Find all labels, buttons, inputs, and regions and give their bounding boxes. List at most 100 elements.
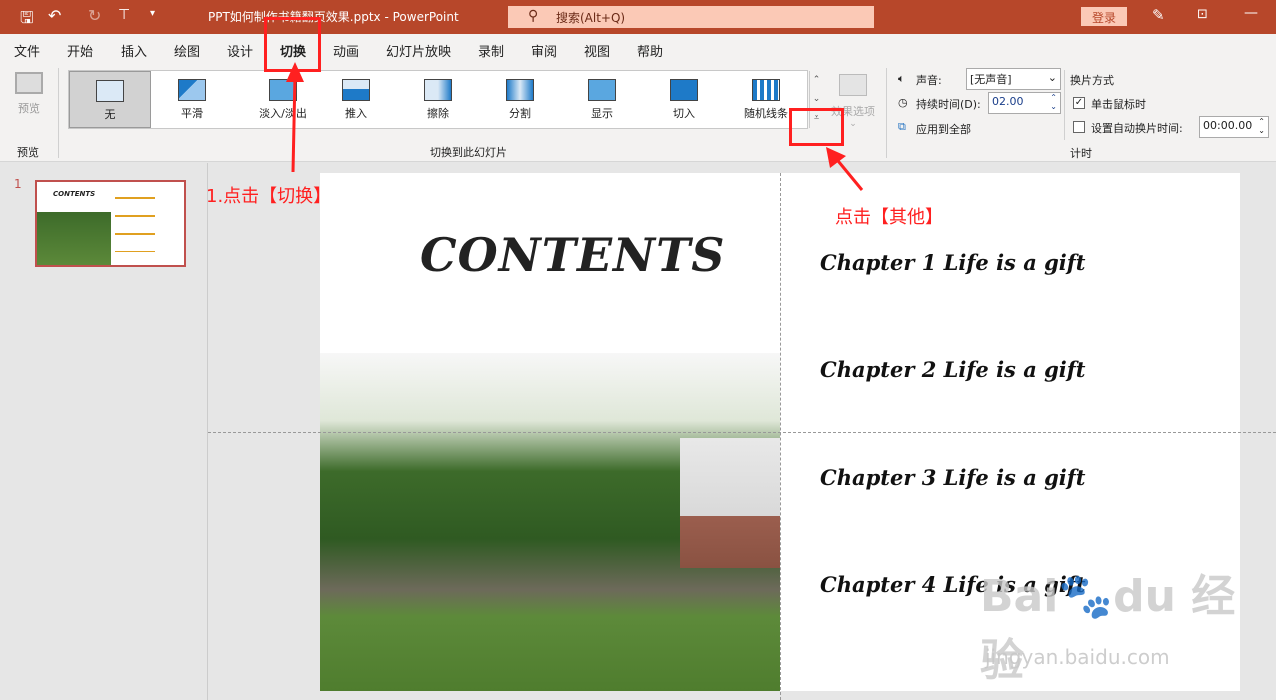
preview-icon (15, 72, 43, 94)
auto-advance-checkbox[interactable] (1073, 121, 1085, 133)
search-placeholder: 搜索(Alt+Q) (556, 11, 626, 25)
auto-advance-input[interactable]: 00:00.00 ⌃ ⌄ (1199, 116, 1269, 138)
tab-file[interactable]: 文件 (14, 41, 40, 60)
redo-icon[interactable]: ↻ (88, 6, 101, 25)
slide-thumbnail[interactable]: CONTENTS (35, 180, 186, 267)
on-click-checkbox[interactable]: ✓ (1073, 97, 1085, 109)
preview-label: 预览 (18, 102, 40, 115)
annotation-step1: 1.点击【切换】 (206, 186, 332, 207)
sound-label: 声音: (916, 74, 942, 87)
divider (58, 68, 59, 158)
reveal-icon (588, 79, 616, 101)
arrow-icon (286, 62, 304, 173)
transition-split[interactable]: 分割 (479, 71, 561, 128)
transition-cut[interactable]: 切入 (643, 71, 725, 128)
spinner-icon[interactable]: ⌃ ⌄ (1050, 93, 1057, 111)
duration-input[interactable]: 02.00 ⌃ ⌄ (988, 92, 1061, 114)
on-click-label: 单击鼠标时 (1091, 98, 1146, 111)
tab-insert[interactable]: 插入 (121, 41, 147, 60)
none-icon (96, 80, 124, 102)
cut-icon (670, 79, 698, 101)
apply-all-icon: ⧉ (898, 120, 906, 133)
chapter-1: Chapter 1 Life is a gift (820, 250, 1086, 275)
customize-icon[interactable]: ▾ (150, 8, 155, 19)
arrow-icon (826, 147, 864, 191)
divider (1064, 70, 1065, 140)
sound-select[interactable]: [无声音] ⌄ (966, 68, 1061, 90)
thumbnail-title: CONTENTS (53, 190, 96, 198)
chapter-2: Chapter 2 Life is a gift (820, 357, 1086, 382)
transitions-group-label: 切换到此幻灯片 (430, 146, 507, 159)
tab-slideshow[interactable]: 幻灯片放映 (386, 41, 451, 60)
transition-label: 平滑 (181, 107, 203, 120)
transition-label: 切入 (673, 107, 695, 120)
sound-value: [无声音] (970, 73, 1012, 86)
transition-label: 推入 (345, 107, 367, 120)
tab-record[interactable]: 录制 (478, 41, 504, 60)
transition-none[interactable]: 无 (69, 71, 151, 128)
window-title: PPT如何制作书籍翻页效果.pptx - PowerPoint (208, 10, 459, 24)
title-bar: 🖫 ↶ ↻ ⊤ ▾ PPT如何制作书籍翻页效果.pptx - PowerPoin… (0, 0, 1276, 34)
random-bars-icon (752, 79, 780, 101)
annotation-step2: 点击【其他】 (835, 207, 943, 228)
menu-tabs: 文件 开始 插入 绘图 设计 切换 动画 幻灯片放映 录制 审阅 视图 帮助 (0, 34, 1276, 66)
duration-value: 02.00 (992, 95, 1024, 108)
split-icon (506, 79, 534, 101)
tab-view[interactable]: 视图 (584, 41, 610, 60)
preview-group-label: 预览 (17, 146, 39, 159)
transition-label: 擦除 (427, 107, 449, 120)
morph-icon (178, 79, 206, 101)
guide-vertical (780, 173, 781, 700)
pen-icon[interactable]: ✎ (1152, 6, 1165, 24)
preview-button[interactable]: 预览 (12, 72, 46, 116)
present-icon[interactable]: ⊤ (118, 7, 130, 23)
transition-label: 显示 (591, 107, 613, 120)
undo-icon[interactable]: ↶ (48, 6, 61, 25)
transition-label: 随机线条 (744, 107, 788, 120)
search-icon: ⚲ (528, 8, 539, 24)
slide-title: CONTENTS (420, 228, 726, 282)
transition-reveal[interactable]: 显示 (561, 71, 643, 128)
scroll-down-icon[interactable]: ⌄ (810, 90, 823, 109)
auto-advance-label: 设置自动换片时间: (1091, 122, 1183, 135)
chapter-3: Chapter 3 Life is a gift (820, 465, 1086, 490)
chevron-down-icon: ⌄ (1047, 71, 1057, 84)
duration-label: 持续时间(D): (916, 98, 981, 111)
auto-advance-value: 00:00.00 (1203, 119, 1253, 132)
advance-label: 换片方式 (1070, 74, 1114, 87)
watermark-url: jingyan.baidu.com (985, 645, 1170, 669)
tab-draw[interactable]: 绘图 (174, 41, 200, 60)
transition-morph[interactable]: 平滑 (151, 71, 233, 128)
transition-label: 无 (104, 108, 116, 121)
tab-home[interactable]: 开始 (67, 41, 93, 60)
login-button[interactable]: 登录 (1081, 7, 1127, 26)
tab-help[interactable]: 帮助 (637, 41, 663, 60)
divider (886, 68, 887, 158)
tab-design[interactable]: 设计 (227, 41, 253, 60)
scroll-up-icon[interactable]: ⌃ (810, 71, 823, 90)
spinner-icon[interactable]: ⌃ ⌄ (1258, 117, 1265, 135)
search-input[interactable]: ⚲ 搜索(Alt+Q) (508, 6, 874, 28)
thumbnail-photo (37, 212, 111, 265)
wipe-icon (424, 79, 452, 101)
apply-all-button[interactable]: 应用到全部 (916, 121, 971, 137)
save-icon[interactable]: 🖫 (20, 7, 34, 34)
ribbon-display-icon[interactable]: ⊡ (1197, 7, 1208, 22)
push-icon (342, 79, 370, 101)
clock-icon: ◷ (898, 96, 908, 109)
highlight-more-button (789, 108, 844, 146)
timing-group-label: 计时 (1070, 147, 1092, 160)
sound-icon: 🔈︎ (898, 72, 905, 85)
transition-label: 分割 (509, 107, 531, 120)
transition-push[interactable]: 推入 (315, 71, 397, 128)
tab-animations[interactable]: 动画 (333, 41, 359, 60)
minimize-icon[interactable]: — (1244, 5, 1258, 21)
slide-number: 1 (14, 177, 22, 191)
effect-options-icon (839, 74, 867, 96)
transition-wipe[interactable]: 擦除 (397, 71, 479, 128)
photo-building (680, 438, 780, 568)
tab-review[interactable]: 审阅 (531, 41, 557, 60)
transition-gallery: 无 平滑 淡入/淡出 推入 擦除 分割 显示 切入 随机线条 ⌃ ⌄ ⩡ (68, 70, 820, 129)
thumbnail-chapters (115, 194, 155, 252)
guide-horizontal (208, 432, 1276, 433)
